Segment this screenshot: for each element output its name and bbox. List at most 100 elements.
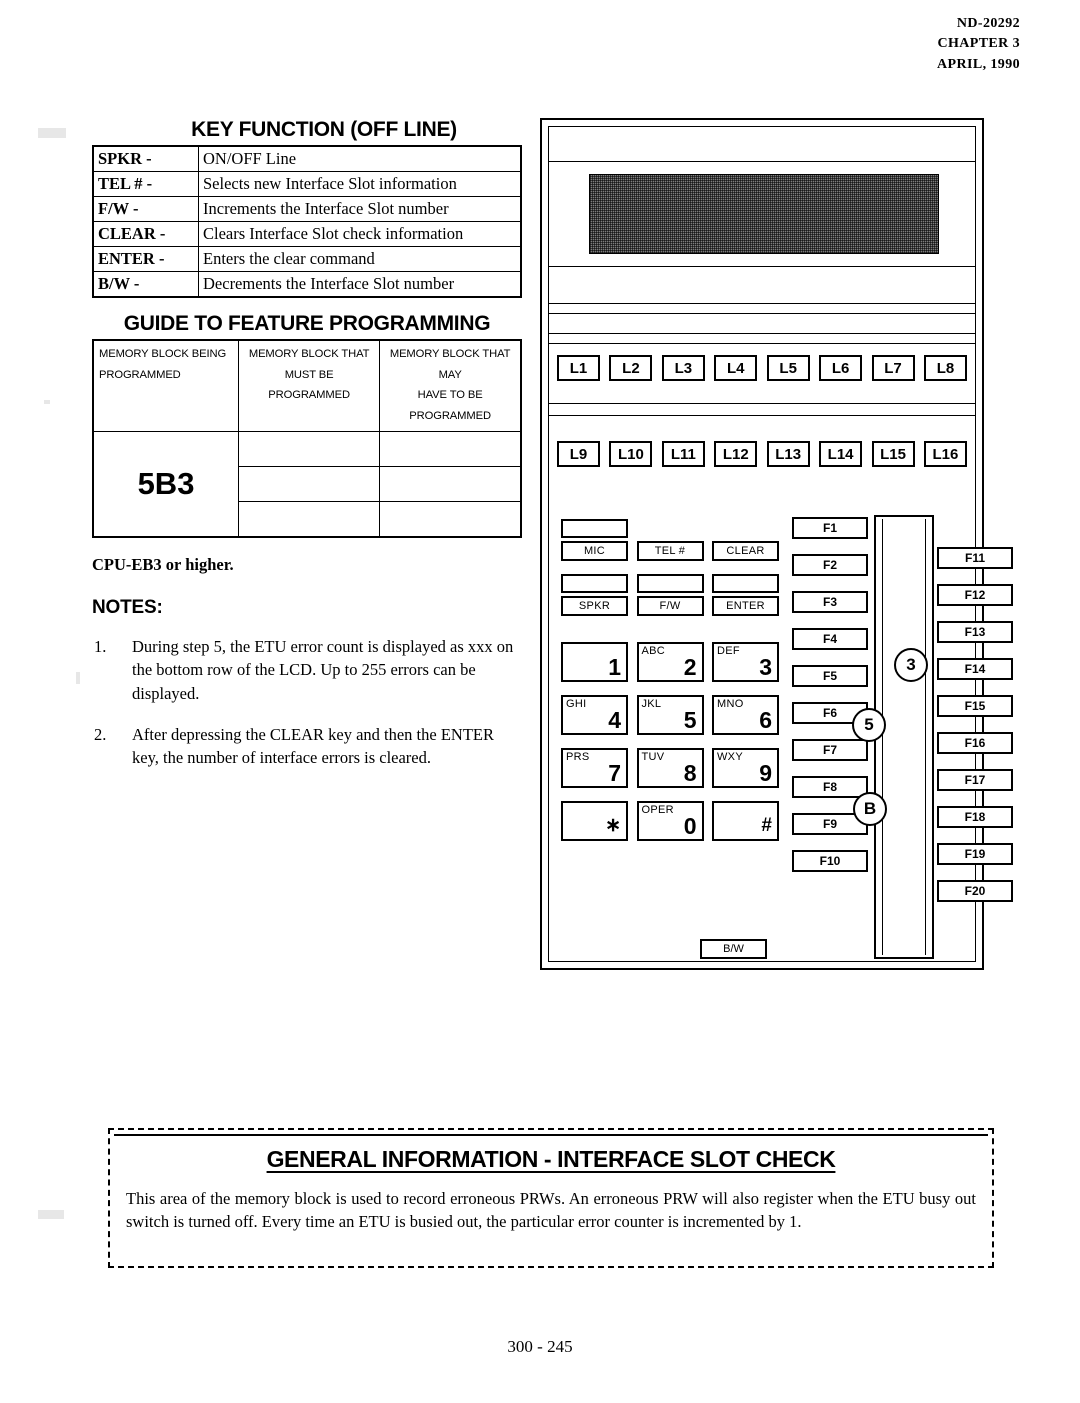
dial-key-letters: TUV xyxy=(641,751,665,763)
line-key-l10[interactable]: L10 xyxy=(609,441,653,467)
dial-key-8[interactable]: TUV 8 xyxy=(636,748,704,788)
general-information-title: GENERAL INFORMATION - INTERFACE SLOT CHE… xyxy=(266,1146,836,1172)
fw-led-indicator xyxy=(636,574,704,593)
dial-key-star[interactable]: ∗ xyxy=(561,801,628,841)
dial-key-digit: ∗ xyxy=(605,815,621,836)
dial-row: ∗ OPER 0 # xyxy=(561,801,779,841)
function-key-f3[interactable]: F3 xyxy=(792,591,868,613)
keypad-spacer xyxy=(561,616,779,642)
function-key-f5[interactable]: F5 xyxy=(792,665,868,687)
key-function-row: ENTER - Enters the clear command xyxy=(92,246,522,272)
fw-key[interactable]: F/W xyxy=(636,596,704,616)
dial-cell: ∗ xyxy=(561,801,628,841)
dial-cell: GHI 4 xyxy=(561,695,628,735)
key-function-key: F/W - xyxy=(92,196,199,222)
key-function-description: Increments the Interface Slot number xyxy=(198,196,522,222)
function-key-f10[interactable]: F10 xyxy=(792,850,868,872)
line-key-l12[interactable]: L12 xyxy=(714,441,758,467)
left-content-column: KEY FUNCTION (OFF LINE) SPKR - ON/OFF Lin… xyxy=(92,118,522,787)
clear-key[interactable]: CLEAR xyxy=(712,541,779,561)
dial-key-0[interactable]: OPER 0 xyxy=(636,801,704,841)
spkr-key[interactable]: SPKR xyxy=(561,596,628,616)
function-key-f16[interactable]: F16 xyxy=(937,732,1013,754)
dial-cell: # xyxy=(712,801,779,841)
mic-led-indicator xyxy=(561,519,628,538)
dial-key-6[interactable]: MNO 6 xyxy=(712,695,779,735)
line-key-l3[interactable]: L3 xyxy=(661,355,705,381)
function-key-f8[interactable]: F8 xyxy=(792,776,868,798)
dial-key-1[interactable]: 1 xyxy=(561,642,628,682)
key-function-key: TEL # - xyxy=(92,171,199,197)
callout-marker-5: 5 xyxy=(852,708,886,742)
function-key-f13[interactable]: F13 xyxy=(937,621,1013,643)
note-item: 1. During step 5, the ETU error count is … xyxy=(92,635,522,706)
line-key-l15[interactable]: L15 xyxy=(871,441,915,467)
line-key-l1[interactable]: L1 xyxy=(557,355,600,381)
bw-key[interactable]: B/W xyxy=(700,939,767,959)
line-key-row-2: L9 L10 L11 L12 L13 L14 L15 L16 xyxy=(549,441,975,467)
may-have-to-be-programmed-cell xyxy=(379,465,522,502)
document-header: ND-20292 CHAPTER 3 APRIL, 1990 xyxy=(937,14,1020,75)
enter-key[interactable]: ENTER xyxy=(712,596,779,616)
revision-date: APRIL, 1990 xyxy=(937,56,1020,72)
line-key-l5[interactable]: L5 xyxy=(766,355,810,381)
dial-key-7[interactable]: PRS 7 xyxy=(561,748,628,788)
function-key-f19[interactable]: F19 xyxy=(937,843,1013,865)
function-key-f14[interactable]: F14 xyxy=(937,658,1013,680)
key-function-key: ENTER - xyxy=(92,246,199,272)
function-key-f12[interactable]: F12 xyxy=(937,584,1013,606)
function-key-f17[interactable]: F17 xyxy=(937,769,1013,791)
line-key-l14[interactable]: L14 xyxy=(819,441,863,467)
tel-number-key[interactable]: TEL # xyxy=(636,541,704,561)
key-function-key: SPKR - xyxy=(92,145,199,172)
line-key-l6[interactable]: L6 xyxy=(819,355,863,381)
function-key-f18[interactable]: F18 xyxy=(937,806,1013,828)
must-be-programmed-cell xyxy=(237,500,381,538)
must-be-programmed-cell xyxy=(237,430,381,467)
dial-key-hash[interactable]: # xyxy=(712,801,779,841)
line-key-l13[interactable]: L13 xyxy=(766,441,810,467)
dial-key-digit: 8 xyxy=(683,760,697,786)
scan-artifact xyxy=(38,128,66,138)
dial-key-digit: 2 xyxy=(683,654,697,680)
line-key-l4[interactable]: L4 xyxy=(714,355,758,381)
function-key-f2[interactable]: F2 xyxy=(792,554,868,576)
function-key-f7[interactable]: F7 xyxy=(792,739,868,761)
function-key-f11[interactable]: F11 xyxy=(937,547,1013,569)
dial-key-3[interactable]: DEF 3 xyxy=(712,642,779,682)
mic-key[interactable]: MIC xyxy=(561,541,628,561)
general-information-inner: GENERAL INFORMATION - INTERFACE SLOT CHE… xyxy=(114,1134,988,1262)
line-key-l7[interactable]: L7 xyxy=(871,355,915,381)
dial-key-letters: GHI xyxy=(566,698,587,710)
dial-key-letters: ABC xyxy=(641,645,666,657)
line-key-l2[interactable]: L2 xyxy=(609,355,653,381)
column-header-may-have-to-be-programmed: MEMORY BLOCK THAT MAY HAVE TO BE PROGRAM… xyxy=(379,339,522,432)
dial-key-9[interactable]: WXY 9 xyxy=(712,748,779,788)
function-key-f15[interactable]: F15 xyxy=(937,695,1013,717)
key-cell-tel: TEL # xyxy=(636,519,704,561)
dial-cell: PRS 7 xyxy=(561,748,628,788)
dial-key-letters: MNO xyxy=(717,698,744,710)
dial-cell: 1 xyxy=(561,642,628,682)
column-header-must-be-programmed: MEMORY BLOCK THAT MUST BE PROGRAMMED xyxy=(237,339,381,432)
key-function-row: CLEAR - Clears Interface Slot check infor… xyxy=(92,221,522,247)
dial-key-digit: 3 xyxy=(759,654,772,680)
function-key-f1[interactable]: F1 xyxy=(792,517,868,539)
key-function-description: ON/OFF Line xyxy=(198,145,522,172)
keypad: MIC TEL # CLEAR SPKR F/W ENTER 1 ABC 2 D… xyxy=(561,519,779,841)
cpu-requirement-note: CPU-EB3 or higher. xyxy=(92,554,234,574)
line-key-l16[interactable]: L16 xyxy=(923,441,967,467)
line-key-l9[interactable]: L9 xyxy=(557,441,600,467)
dial-cell: OPER 0 xyxy=(636,801,704,841)
dial-key-4[interactable]: GHI 4 xyxy=(561,695,628,735)
function-key-f4[interactable]: F4 xyxy=(792,628,868,650)
guide-to-feature-programming-title: GUIDE TO FEATURE PROGRAMMING xyxy=(123,312,491,335)
dial-key-5[interactable]: JKL 5 xyxy=(636,695,704,735)
dial-key-letters: OPER xyxy=(641,804,674,816)
function-key-f20[interactable]: F20 xyxy=(937,880,1013,902)
cradle-groove-icon xyxy=(882,519,883,955)
dial-key-2[interactable]: ABC 2 xyxy=(636,642,704,682)
line-key-l8[interactable]: L8 xyxy=(923,355,967,381)
spkr-led-indicator xyxy=(561,574,628,593)
line-key-l11[interactable]: L11 xyxy=(661,441,705,467)
